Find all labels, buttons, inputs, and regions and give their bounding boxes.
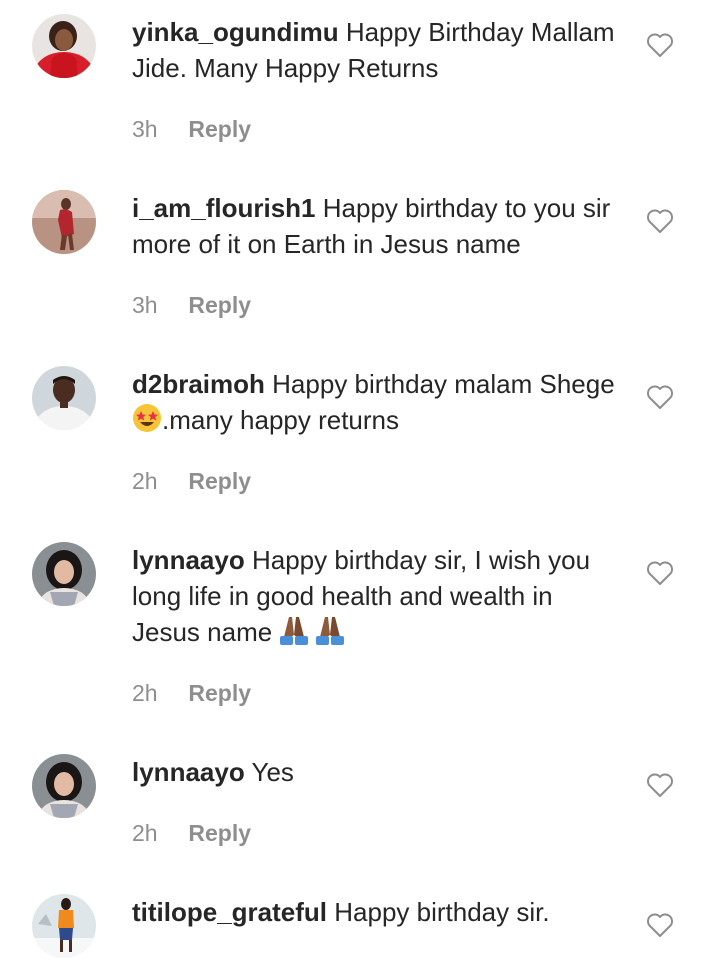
comment-meta: 2h Reply [132, 466, 251, 496]
comment-username[interactable]: lynnaayo [132, 545, 245, 575]
comment-username[interactable]: i_am_flourish1 [132, 193, 316, 223]
comment-body: lynnaayo Yes [132, 754, 622, 790]
reply-button[interactable]: Reply [188, 292, 251, 318]
avatar-image [32, 190, 96, 254]
comment-username[interactable]: titilope_grateful [132, 897, 327, 927]
comment-body: lynnaayo Happy birthday sir, I wish you … [132, 542, 622, 654]
heart-outline-icon[interactable] [646, 32, 674, 58]
avatar[interactable] [32, 190, 96, 254]
folded-hands-emoji [279, 615, 345, 654]
comment-body: i_am_flourish1 Happy birthday to you sir… [132, 190, 622, 262]
avatar-image [32, 894, 96, 958]
avatar-image [32, 542, 96, 606]
reply-button[interactable]: Reply [188, 680, 251, 706]
reply-button[interactable]: Reply [188, 820, 251, 846]
avatar-image [32, 754, 96, 818]
comment-meta: 3h Reply [132, 290, 251, 320]
avatar[interactable] [32, 14, 96, 78]
avatar[interactable] [32, 894, 96, 958]
comment-meta: 2h Reply [132, 818, 251, 848]
comment-text-after-emoji: .many happy returns [162, 405, 400, 435]
comment-body: d2braimoh Happy birthday malam Shege .man… [132, 366, 622, 442]
heart-outline-icon[interactable] [646, 560, 674, 586]
comment-username[interactable]: d2braimoh [132, 369, 265, 399]
comment-time: 2h [132, 680, 158, 706]
heart-outline-icon[interactable] [646, 772, 674, 798]
comment-time: 3h [132, 116, 158, 142]
avatar-image [32, 14, 96, 78]
comment-time: 2h [132, 820, 158, 846]
star-struck-emoji [132, 403, 162, 442]
comment-body: yinka_ogundimu Happy Birthday Mallam Jid… [132, 14, 622, 86]
avatar-image [32, 366, 96, 430]
comment-username[interactable]: yinka_ogundimu [132, 17, 339, 47]
reply-button[interactable]: Reply [188, 116, 251, 142]
comment-text: Yes [251, 757, 294, 787]
heart-outline-icon[interactable] [646, 912, 674, 938]
heart-outline-icon[interactable] [646, 208, 674, 234]
comment-text-before-emoji: Happy birthday malam Shege [272, 369, 615, 399]
comment-meta: 2h Reply [132, 678, 251, 708]
avatar[interactable] [32, 754, 96, 818]
comment-body: titilope_grateful Happy birthday sir. [132, 894, 622, 930]
comment-time: 3h [132, 292, 158, 318]
comment-meta: 3h Reply [132, 114, 251, 144]
comment-text: Happy birthday sir. [334, 897, 550, 927]
reply-button[interactable]: Reply [188, 468, 251, 494]
comment-time: 2h [132, 468, 158, 494]
avatar[interactable] [32, 366, 96, 430]
comment-username[interactable]: lynnaayo [132, 757, 245, 787]
avatar[interactable] [32, 542, 96, 606]
heart-outline-icon[interactable] [646, 384, 674, 410]
